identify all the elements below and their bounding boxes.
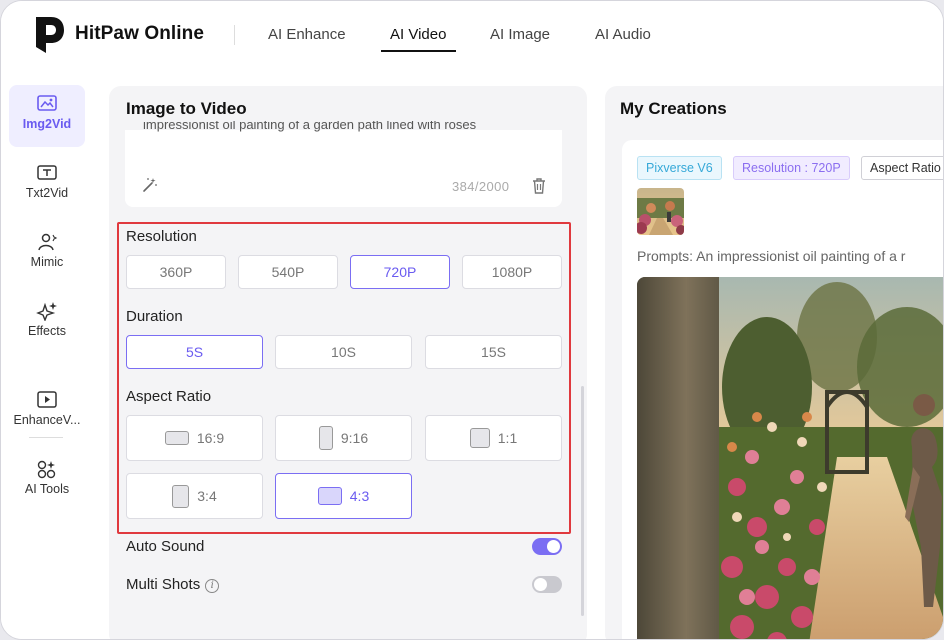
aspect-option-label: 4:3 [349, 488, 370, 504]
aspect-ratio-label: Aspect Ratio [126, 388, 212, 405]
sidebar-item-ai-tools[interactable]: AI Tools [9, 450, 85, 512]
sidebar-item-img2vid[interactable]: Img2Vid [9, 85, 85, 147]
sidebar-item-mimic[interactable]: Mimic [9, 223, 85, 285]
character-counter: 384/2000 [452, 179, 510, 194]
model-tag: Pixverse V6 [637, 156, 722, 180]
panel-title: Image to Video [126, 99, 247, 118]
header-divider [234, 25, 235, 45]
aspect-option-label: 9:16 [340, 430, 369, 446]
top-header: HitPaw Online AI Enhance AI Video AI Ima… [1, 1, 943, 69]
panel-scrollbar[interactable] [581, 386, 584, 616]
sidebar: Img2Vid Txt2Vid Mimic Effects EnhanceV..… [1, 69, 93, 639]
sparkle-icon [36, 302, 57, 321]
app-window: HitPaw Online AI Enhance AI Video AI Ima… [0, 0, 944, 640]
sidebar-item-label: Effects [28, 324, 66, 338]
generated-video-preview[interactable] [637, 277, 944, 640]
hitpaw-logo-icon [36, 17, 64, 53]
my-creations-panel: My Creations Pixverse V6 Resolution : 72… [605, 86, 944, 640]
aspect-option-label: 1:1 [497, 430, 518, 446]
aspect-4-3-option[interactable]: 4:3 [275, 473, 412, 519]
multi-shots-toggle[interactable] [532, 576, 562, 593]
sidebar-item-label: Mimic [30, 255, 64, 269]
sidebar-item-label: AI Tools [24, 482, 70, 496]
image-icon [37, 95, 57, 111]
tools-icon [37, 460, 56, 479]
resolution-1080p-option[interactable]: 1080P [462, 255, 562, 289]
resolution-360p-option[interactable]: 360P [126, 255, 226, 289]
prompt-text-scrolled: impressionist oil painting of a garden p… [143, 121, 543, 133]
generation-settings-highlight: Resolution 360P 540P 720P 1080P Duration… [117, 222, 571, 534]
sidebar-item-label: Txt2Vid [25, 186, 69, 200]
video-enhance-icon [37, 391, 57, 408]
ratio-9-16-icon [318, 426, 333, 450]
magic-wand-icon[interactable] [141, 176, 159, 194]
sidebar-item-label: EnhanceV... [13, 413, 81, 427]
sidebar-item-effects[interactable]: Effects [9, 292, 85, 354]
auto-sound-toggle[interactable] [532, 538, 562, 555]
sidebar-item-enhance-video[interactable]: EnhanceV... [9, 381, 85, 443]
active-tab-underline [381, 50, 456, 52]
creation-prompt: Prompts: An impressionist oil painting o… [637, 248, 906, 264]
tab-ai-video[interactable]: AI Video [390, 26, 446, 43]
resolution-540p-option[interactable]: 540P [238, 255, 338, 289]
tab-ai-audio[interactable]: AI Audio [595, 26, 651, 43]
sidebar-item-txt2vid[interactable]: Txt2Vid [9, 154, 85, 216]
toggle-knob [547, 540, 560, 553]
duration-15s-option[interactable]: 15S [425, 335, 562, 369]
ratio-16-9-icon [164, 431, 189, 445]
aspect-option-label: 3:4 [197, 488, 217, 504]
aspect-3-4-option[interactable]: 3:4 [126, 473, 263, 519]
text-frame-icon [37, 165, 57, 180]
aspect-16-9-option[interactable]: 16:9 [126, 415, 263, 461]
multi-shots-label: Multi Shots [126, 576, 201, 593]
aspect-ratio-tag: Aspect Ratio [861, 156, 943, 180]
prompt-text: impressionist oil painting of a garden p… [143, 121, 477, 132]
aspect-option-label: 16:9 [196, 430, 225, 446]
ratio-4-3-icon [317, 487, 342, 505]
creation-card[interactable]: Pixverse V6 Resolution : 720P Aspect Rat… [622, 140, 944, 640]
toggle-knob [534, 578, 547, 591]
aspect-9-16-option[interactable]: 9:16 [275, 415, 412, 461]
tab-ai-enhance[interactable]: AI Enhance [268, 26, 346, 43]
ratio-1-1-icon [469, 428, 490, 448]
trash-icon[interactable] [531, 177, 547, 195]
tab-ai-image[interactable]: AI Image [490, 26, 550, 43]
duration-10s-option[interactable]: 10S [275, 335, 412, 369]
person-icon [38, 233, 58, 251]
duration-label: Duration [126, 308, 183, 325]
ratio-3-4-icon [172, 484, 190, 508]
prompt-input[interactable]: impressionist oil painting of a garden p… [125, 121, 562, 207]
resolution-720p-option[interactable]: 720P [350, 255, 450, 289]
sidebar-item-label: Img2Vid [22, 117, 72, 131]
resolution-label: Resolution [126, 228, 197, 245]
multi-shots-label-row: Multi Shots i [126, 576, 220, 593]
auto-sound-label: Auto Sound [126, 538, 205, 555]
aspect-1-1-option[interactable]: 1:1 [425, 415, 562, 461]
duration-5s-option[interactable]: 5S [126, 335, 263, 369]
info-icon[interactable]: i [205, 579, 220, 593]
brand-name[interactable]: HitPaw Online [75, 23, 204, 45]
resolution-tag: Resolution : 720P [733, 156, 850, 180]
source-image-thumbnail[interactable] [637, 188, 684, 235]
creations-title: My Creations [620, 99, 727, 118]
